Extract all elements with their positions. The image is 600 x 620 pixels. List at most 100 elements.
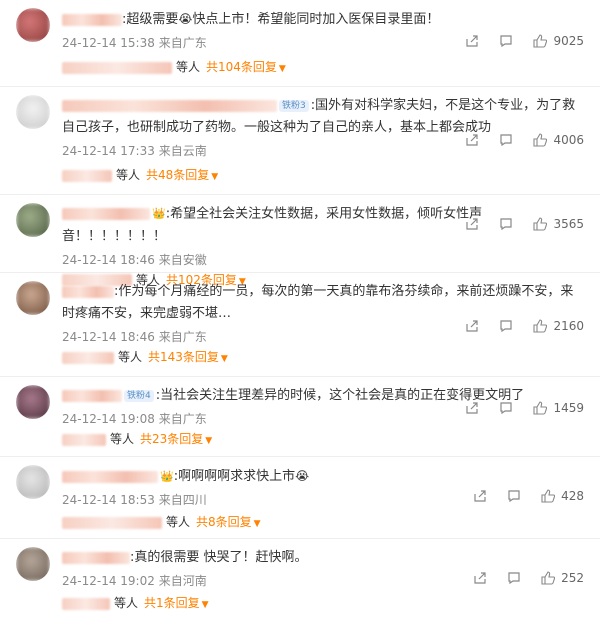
thumbs-up-icon [533, 217, 548, 231]
reply-usernames[interactable] [62, 351, 114, 364]
cry-emoji-icon: 😭 [178, 12, 193, 26]
like-button[interactable]: 252 [541, 571, 584, 585]
like-count: 2160 [553, 319, 584, 333]
username[interactable] [62, 551, 130, 564]
timestamp: 24-12-14 18:46 [62, 330, 155, 344]
comment-actions: 252 [473, 571, 584, 585]
view-replies-link[interactable]: 共23条回复 [140, 432, 203, 446]
others-label: 等人 [118, 350, 143, 364]
fan-level-badge: 铁粉3 [279, 99, 309, 112]
reply-usernames[interactable] [62, 597, 110, 610]
chevron-down-icon[interactable]: ▼ [279, 64, 286, 74]
comment-icon[interactable] [499, 34, 513, 48]
chevron-down-icon[interactable]: ▼ [254, 519, 261, 529]
like-button[interactable]: 3565 [533, 217, 584, 231]
fan-level-badge: 铁粉4 [124, 389, 154, 402]
share-icon[interactable] [465, 34, 479, 48]
avatar[interactable] [16, 95, 50, 129]
timestamp: 24-12-14 15:38 [62, 36, 155, 50]
comment-body: :超级需要 [122, 12, 179, 27]
view-replies-link[interactable]: 共8条回复 [196, 515, 252, 529]
thumbs-up-icon [533, 401, 548, 415]
share-icon[interactable] [465, 217, 479, 231]
like-button[interactable]: 428 [541, 489, 584, 503]
reply-usernames[interactable] [62, 516, 162, 529]
thumbs-up-icon [533, 34, 548, 48]
chevron-down-icon[interactable]: ▼ [202, 600, 209, 610]
comment-body-rest: 快点上市！希望能同时加入医保目录里面！ [192, 12, 440, 27]
username[interactable] [62, 208, 150, 220]
reply-summary: 等人 共143条回复 ▼ [62, 347, 584, 367]
avatar[interactable] [16, 465, 50, 499]
like-count: 1459 [553, 401, 584, 415]
comment-icon[interactable] [507, 571, 521, 585]
comment-item: :真的很需要 快哭了！赶快啊。 24-12-14 19:02 来自河南 等人 共1… [0, 539, 600, 620]
comment-item: :作为每个月痛经的一员，每次的第一天真的靠布洛芬续命，来前还烦躁不安，来时疼痛不… [0, 273, 600, 377]
thumbs-up-icon [541, 489, 556, 503]
comment-body: :真的很需要 快哭了！赶快啊。 [130, 550, 308, 565]
comment-text: :真的很需要 快哭了！赶快啊。 [62, 547, 584, 569]
crown-icon: 👑 [152, 207, 166, 220]
share-icon[interactable] [465, 319, 479, 333]
comment-item: 铁粉3:国外有对科学家夫妇，不是这个专业，为了救自己孩子，也研制成功了药物。一般… [0, 87, 600, 195]
reply-usernames[interactable] [62, 169, 112, 182]
thumbs-up-icon [533, 133, 548, 147]
avatar[interactable] [16, 203, 50, 237]
comment-icon[interactable] [499, 217, 513, 231]
avatar[interactable] [16, 8, 50, 42]
comment-actions: 1459 [465, 401, 584, 415]
timestamp: 24-12-14 19:08 [62, 412, 155, 426]
view-replies-link[interactable]: 共1条回复 [144, 596, 200, 610]
reply-usernames[interactable] [62, 61, 172, 74]
username[interactable] [62, 389, 122, 402]
avatar[interactable] [16, 547, 50, 581]
chevron-down-icon[interactable]: ▼ [221, 354, 228, 364]
others-label: 等人 [166, 515, 191, 529]
view-replies-link[interactable]: 共48条回复 [146, 168, 209, 182]
location: 来自河南 [158, 574, 207, 588]
username[interactable] [62, 13, 122, 26]
share-icon[interactable] [465, 133, 479, 147]
comment-icon[interactable] [507, 489, 521, 503]
comment-item: 👑:希望全社会关注女性数据，采用女性数据，倾听女性声音！！！！！！！ 24-12… [0, 195, 600, 287]
comment-item: 👑:啊啊啊啊求求快上市😭 24-12-14 18:53 来自四川 等人 共8条回复… [0, 457, 600, 539]
reply-summary: 等人 共104条回复 ▼ [62, 57, 584, 77]
location: 来自广东 [158, 36, 207, 50]
view-replies-link[interactable]: 共143条回复 [148, 350, 219, 364]
like-button[interactable]: 9025 [533, 34, 584, 48]
like-count: 3565 [553, 217, 584, 231]
comment-actions: 428 [473, 489, 584, 503]
share-icon[interactable] [473, 489, 487, 503]
view-replies-link[interactable]: 共104条回复 [206, 60, 277, 74]
comment-icon[interactable] [499, 401, 513, 415]
avatar[interactable] [16, 385, 50, 419]
username[interactable] [62, 99, 277, 112]
share-icon[interactable] [473, 571, 487, 585]
username[interactable] [62, 470, 158, 483]
others-label: 等人 [110, 432, 135, 446]
chevron-down-icon[interactable]: ▼ [211, 172, 218, 182]
comment-icon[interactable] [499, 319, 513, 333]
reply-usernames[interactable] [62, 433, 106, 446]
location: 来自广东 [158, 412, 207, 426]
others-label: 等人 [176, 60, 201, 74]
username[interactable] [62, 285, 114, 298]
comment-list: :超级需要😭快点上市！希望能同时加入医保目录里面！ 24-12-14 15:38… [0, 0, 600, 620]
others-label: 等人 [114, 596, 139, 610]
reply-summary: 等人 共8条回复 ▼ [62, 512, 584, 532]
comment-body: :啊啊啊啊求求快上市 [173, 469, 296, 484]
share-icon[interactable] [465, 401, 479, 415]
comment-icon[interactable] [499, 133, 513, 147]
like-button[interactable]: 4006 [533, 133, 584, 147]
comment-actions: 3565 [465, 217, 584, 231]
chevron-down-icon[interactable]: ▼ [205, 436, 212, 446]
timestamp: 24-12-14 18:46 [62, 252, 155, 267]
location: 来自云南 [158, 144, 207, 158]
comment-meta: 24-12-14 18:46 来自安徽 [62, 250, 584, 270]
like-button[interactable]: 2160 [533, 319, 584, 333]
like-button[interactable]: 1459 [533, 401, 584, 415]
comment-text: 👑:啊啊啊啊求求快上市😭 [62, 465, 584, 488]
comment-actions: 4006 [465, 133, 584, 147]
comment-item: 铁粉4:当社会关注生理差异的时候，这个社会是真的正在变得更文明了 24-12-1… [0, 377, 600, 457]
avatar[interactable] [16, 281, 50, 315]
